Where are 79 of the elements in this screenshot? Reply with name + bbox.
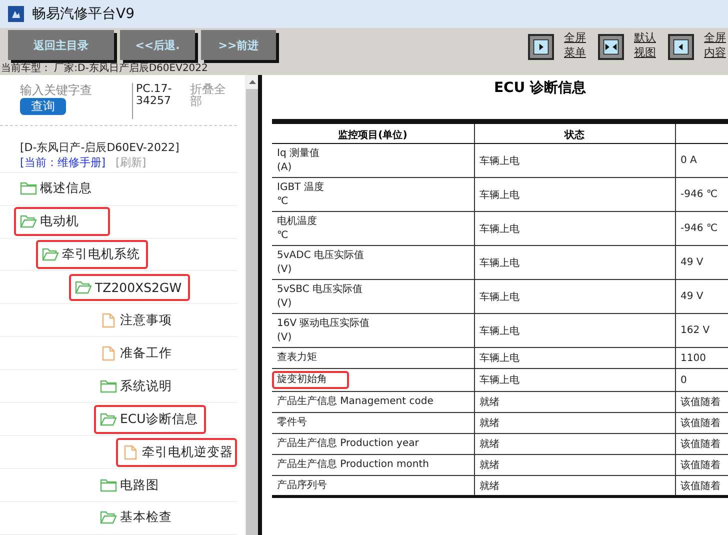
query-button[interactable]: 查询 xyxy=(20,98,66,115)
value-cell: 该值随着 xyxy=(675,392,728,412)
value-cell: 该值随着 xyxy=(675,434,728,454)
code-text: PC.17-34257 xyxy=(132,83,184,119)
value-cell: -946 ℃ xyxy=(675,212,728,246)
monitor-item: 16V 驱动电压实际值 (V) xyxy=(277,316,370,344)
monitor-item: 5vSBC 电压实际值 (V) xyxy=(277,282,362,310)
monitor-item: 产品序列号 xyxy=(277,478,327,492)
folder-icon xyxy=(100,378,117,394)
scroll-up-icon[interactable] xyxy=(248,80,256,84)
view-link[interactable]: 全屏 内容 xyxy=(704,30,726,60)
tree-item[interactable]: 电路图 xyxy=(94,470,167,500)
value-cell: 该值随着 xyxy=(675,412,728,434)
value-cell: 162 V xyxy=(675,314,728,348)
document-icon xyxy=(122,444,139,460)
current-vehicle: 当前车型： 厂家:D-东风日产启辰D60EV2022 xyxy=(0,63,209,75)
app-icon xyxy=(8,6,24,22)
open-folder-icon xyxy=(100,510,117,526)
monitor-item: 产品生产信息 Management code xyxy=(277,395,434,409)
scrollbar[interactable] xyxy=(245,75,258,535)
document-icon xyxy=(100,312,117,328)
view-toggle-button[interactable] xyxy=(528,34,554,60)
view-link[interactable]: 全屏 菜单 xyxy=(564,30,586,60)
tree-item[interactable]: 电动机 xyxy=(14,207,110,236)
tree-item[interactable]: 概述信息 xyxy=(14,174,100,204)
value-cell: 49 V xyxy=(675,246,728,280)
tree-item[interactable]: TZ200XS2GW xyxy=(69,274,190,301)
state-cell: 就绪 xyxy=(474,476,675,496)
vehicle-name: [D-东风日产-启辰D60EV-2022] xyxy=(20,140,180,155)
value-cell: 0 A xyxy=(675,144,728,178)
value-cell: 该值随着 xyxy=(675,454,728,476)
tree-item[interactable]: 牵引电机逆变器 xyxy=(116,438,237,467)
state-cell: 车辆上电 xyxy=(474,178,675,212)
value-cell: -946 ℃ xyxy=(675,178,728,212)
open-folder-icon xyxy=(100,412,117,427)
state-cell: 车辆上电 xyxy=(474,212,675,246)
monitor-item: 零件号 xyxy=(277,416,307,430)
state-cell: 车辆上电 xyxy=(474,144,675,178)
open-folder-icon xyxy=(42,246,59,262)
view-toggle-button[interactable] xyxy=(668,34,694,60)
folder-icon xyxy=(20,181,37,196)
monitor-item: IGBT 温度 ℃ xyxy=(277,180,324,208)
monitor-item: 旋变初始角 xyxy=(272,371,349,389)
state-cell: 车辆上电 xyxy=(474,348,675,368)
column-header: 监控项目(单位) xyxy=(272,122,474,144)
column-header: 状态 xyxy=(474,122,675,144)
state-cell: 就绪 xyxy=(474,434,675,454)
window-title: 畅易汽修平台V9 xyxy=(32,5,134,23)
tree-item[interactable]: 准备工作 xyxy=(94,338,180,368)
tree-item[interactable]: 牵引电机系统 xyxy=(36,240,148,269)
monitor-item: 产品生产信息 Production month xyxy=(277,458,430,472)
tree-item[interactable]: ECU诊断信息 xyxy=(94,404,206,434)
monitor-item: Iq 测量值 (A) xyxy=(277,146,320,174)
state-cell: 就绪 xyxy=(474,392,675,412)
view-toggle-button[interactable] xyxy=(598,34,624,60)
state-cell: 车辆上电 xyxy=(474,280,675,314)
monitor-item: 产品生产信息 Production year xyxy=(277,437,419,451)
value-cell: 0 xyxy=(675,368,728,392)
folder-icon xyxy=(100,478,117,493)
tree-item[interactable]: 系统说明 xyxy=(94,372,180,401)
monitor-item: 5vADC 电压实际值 (V) xyxy=(277,248,364,276)
state-cell: 车辆上电 xyxy=(474,246,675,280)
document-title: ECU 诊断信息 xyxy=(492,79,588,98)
state-cell: 就绪 xyxy=(474,454,675,476)
monitor-item: 查表力矩 xyxy=(277,351,317,365)
document-icon xyxy=(100,346,117,361)
view-link[interactable]: 默认 视图 xyxy=(634,30,656,60)
state-cell: 车辆上电 xyxy=(474,368,675,392)
current-manual-link[interactable]: [当前：维修手册] xyxy=(20,154,106,170)
open-folder-icon xyxy=(75,280,92,295)
value-cell: 49 V xyxy=(675,280,728,314)
tree-item[interactable]: 注意事项 xyxy=(94,306,180,335)
value-cell: 该值随着 xyxy=(675,476,728,496)
monitor-item: 电机温度 ℃ xyxy=(277,214,317,242)
state-cell: 车辆上电 xyxy=(474,314,675,348)
open-folder-icon xyxy=(20,214,37,230)
tree-item[interactable]: 基本检查 xyxy=(94,503,180,532)
value-cell: 1100 xyxy=(675,348,728,368)
state-cell: 就绪 xyxy=(474,412,675,434)
